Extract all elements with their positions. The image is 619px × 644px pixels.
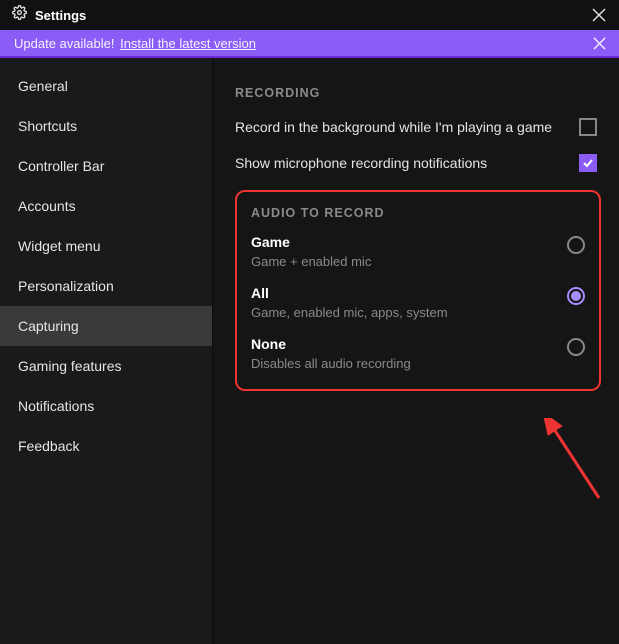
check-icon — [582, 157, 594, 169]
titlebar-left: Settings — [12, 5, 86, 25]
section-heading-audio: AUDIO TO RECORD — [251, 206, 585, 220]
sidebar-item-general[interactable]: General — [0, 66, 212, 106]
radio-title: None — [251, 336, 411, 352]
sidebar-item-controller-bar[interactable]: Controller Bar — [0, 146, 212, 186]
close-button[interactable] — [587, 3, 611, 27]
sidebar-item-gaming-features[interactable]: Gaming features — [0, 346, 212, 386]
sidebar-item-feedback[interactable]: Feedback — [0, 426, 212, 466]
radio-title: Game — [251, 234, 371, 250]
sidebar-item-label: Gaming features — [18, 358, 122, 374]
update-banner: Update available! Install the latest ver… — [0, 30, 619, 58]
main: General Shortcuts Controller Bar Account… — [0, 58, 619, 644]
audio-option-none[interactable]: None Disables all audio recording — [251, 336, 585, 371]
radio-selected[interactable] — [567, 287, 585, 305]
sidebar-item-widget-menu[interactable]: Widget menu — [0, 226, 212, 266]
sidebar-item-shortcuts[interactable]: Shortcuts — [0, 106, 212, 146]
sidebar-item-label: Accounts — [18, 198, 76, 214]
checkbox-checked[interactable] — [579, 154, 597, 172]
sidebar: General Shortcuts Controller Bar Account… — [0, 58, 213, 644]
radio-desc: Game, enabled mic, apps, system — [251, 305, 448, 320]
gear-icon — [12, 5, 27, 25]
sidebar-item-label: Shortcuts — [18, 118, 77, 134]
sidebar-item-label: General — [18, 78, 68, 94]
sidebar-item-personalization[interactable]: Personalization — [0, 266, 212, 306]
audio-to-record-section: AUDIO TO RECORD Game Game + enabled mic … — [235, 190, 601, 391]
audio-option-game[interactable]: Game Game + enabled mic — [251, 234, 585, 269]
radio-unselected[interactable] — [567, 338, 585, 356]
setting-label: Record in the background while I'm playi… — [235, 119, 552, 135]
checkbox-unchecked[interactable] — [579, 118, 597, 136]
sidebar-item-label: Personalization — [18, 278, 114, 294]
banner-prefix: Update available! — [14, 36, 114, 51]
sidebar-item-label: Capturing — [18, 318, 79, 334]
radio-title: All — [251, 285, 448, 301]
radio-desc: Game + enabled mic — [251, 254, 371, 269]
banner-close-button[interactable] — [589, 33, 609, 53]
sidebar-item-label: Notifications — [18, 398, 94, 414]
sidebar-item-label: Controller Bar — [18, 158, 104, 174]
radio-unselected[interactable] — [567, 236, 585, 254]
sidebar-item-capturing[interactable]: Capturing — [0, 306, 212, 346]
sidebar-item-accounts[interactable]: Accounts — [0, 186, 212, 226]
setting-mic-notifications[interactable]: Show microphone recording notifications — [235, 154, 601, 172]
window-title: Settings — [35, 8, 86, 23]
sidebar-item-notifications[interactable]: Notifications — [0, 386, 212, 426]
setting-record-background[interactable]: Record in the background while I'm playi… — [235, 118, 601, 136]
banner-text: Update available! Install the latest ver… — [14, 36, 256, 51]
audio-option-all[interactable]: All Game, enabled mic, apps, system — [251, 285, 585, 320]
content-pane: RECORDING Record in the background while… — [213, 58, 619, 644]
radio-desc: Disables all audio recording — [251, 356, 411, 371]
banner-install-link[interactable]: Install the latest version — [120, 36, 256, 51]
close-icon — [593, 37, 606, 50]
setting-label: Show microphone recording notifications — [235, 155, 487, 171]
titlebar: Settings — [0, 0, 619, 30]
sidebar-item-label: Feedback — [18, 438, 79, 454]
close-icon — [592, 8, 606, 22]
section-heading-recording: RECORDING — [235, 86, 601, 100]
sidebar-item-label: Widget menu — [18, 238, 100, 254]
